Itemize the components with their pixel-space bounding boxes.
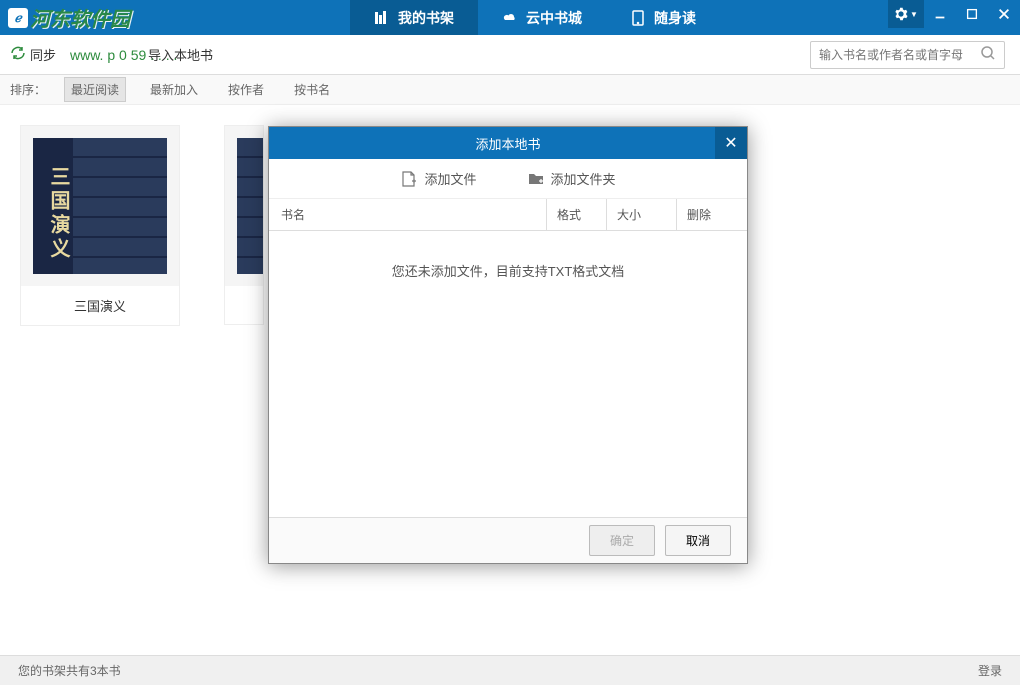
ok-button[interactable]: 确定 xyxy=(589,525,655,556)
title-bar: ℯ 河东软件园 我的书架 云中书城 随身读 ▼ xyxy=(0,0,1020,35)
app-icon: ℯ xyxy=(8,8,28,28)
tab-label: 随身读 xyxy=(654,8,696,28)
sort-by-title[interactable]: 按书名 xyxy=(288,78,336,101)
tab-label: 云中书城 xyxy=(526,8,582,28)
tablet-icon xyxy=(630,10,646,26)
modal-empty-message: 您还未添加文件，目前支持TXT格式文档 xyxy=(269,231,747,310)
tab-cloud-store[interactable]: 云中书城 xyxy=(478,0,606,35)
sync-button[interactable]: 同步 xyxy=(10,45,56,64)
sort-by-author[interactable]: 按作者 xyxy=(222,78,270,101)
close-button[interactable] xyxy=(988,0,1020,28)
modal-header[interactable]: 添加本地书 ✕ xyxy=(269,127,747,159)
status-book-count: 您的书架共有3本书 xyxy=(18,662,121,679)
add-file-button[interactable]: 添加文件 xyxy=(400,169,476,188)
book-cover-text: 三国演义 xyxy=(33,138,73,274)
nav-tabs: 我的书架 云中书城 随身读 xyxy=(350,0,720,35)
file-add-icon xyxy=(400,170,418,188)
book-cover: 三国演义 xyxy=(21,126,179,286)
modal-title: 添加本地书 xyxy=(475,134,540,153)
status-bar: 您的书架共有3本书 登录 xyxy=(0,655,1020,685)
modal-actions: 添加文件 添加文件夹 xyxy=(269,159,747,199)
settings-button[interactable]: ▼ xyxy=(888,0,924,28)
sync-label: 同步 xyxy=(30,45,56,64)
watermark-text: 河东软件园 xyxy=(30,3,130,32)
sync-icon xyxy=(10,45,26,64)
sort-bar: 排序： 最近阅读 最新加入 按作者 按书名 xyxy=(0,75,1020,105)
column-name: 书名 xyxy=(269,199,547,230)
add-folder-label: 添加文件夹 xyxy=(551,169,616,188)
modal-table-header: 书名 格式 大小 删除 xyxy=(269,199,747,231)
watermark: 河东软件园 xyxy=(30,0,130,35)
toolbar-watermark: www. p 0 59 . . . . xyxy=(70,47,177,63)
cancel-button[interactable]: 取消 xyxy=(665,525,731,556)
book-card-partial[interactable] xyxy=(224,125,264,325)
column-format: 格式 xyxy=(547,199,607,230)
add-file-label: 添加文件 xyxy=(424,169,476,188)
add-folder-button[interactable]: 添加文件夹 xyxy=(527,169,616,188)
bars-icon xyxy=(374,10,390,26)
maximize-button[interactable] xyxy=(956,0,988,28)
folder-add-icon xyxy=(527,170,545,188)
modal-close-button[interactable]: ✕ xyxy=(715,127,747,159)
toolbar: 同步 www. p 0 59 . . . . 导入本地书 xyxy=(0,35,1020,75)
column-delete: 删除 xyxy=(677,199,747,230)
search-icon[interactable] xyxy=(980,45,996,66)
search-input[interactable] xyxy=(819,48,980,62)
book-title: 三国演义 xyxy=(21,286,179,325)
modal-footer: 确定 取消 xyxy=(269,517,747,563)
window-controls: ▼ xyxy=(888,0,1020,35)
column-size: 大小 xyxy=(607,199,677,230)
search-box[interactable] xyxy=(810,41,1005,69)
tab-my-shelf[interactable]: 我的书架 xyxy=(350,0,478,35)
cloud-icon xyxy=(502,10,518,26)
chevron-down-icon: ▼ xyxy=(910,10,918,19)
tab-label: 我的书架 xyxy=(398,8,454,28)
tab-portable[interactable]: 随身读 xyxy=(606,0,720,35)
sort-recent-read[interactable]: 最近阅读 xyxy=(64,77,126,102)
book-card[interactable]: 三国演义 三国演义 xyxy=(20,125,180,326)
login-link[interactable]: 登录 xyxy=(978,662,1002,679)
add-book-modal: 添加本地书 ✕ 添加文件 添加文件夹 书名 格式 大小 删除 您还未添加文件，目… xyxy=(268,126,748,564)
minimize-button[interactable] xyxy=(924,0,956,28)
sort-recent-add[interactable]: 最新加入 xyxy=(144,78,204,101)
sort-label: 排序： xyxy=(10,81,46,98)
